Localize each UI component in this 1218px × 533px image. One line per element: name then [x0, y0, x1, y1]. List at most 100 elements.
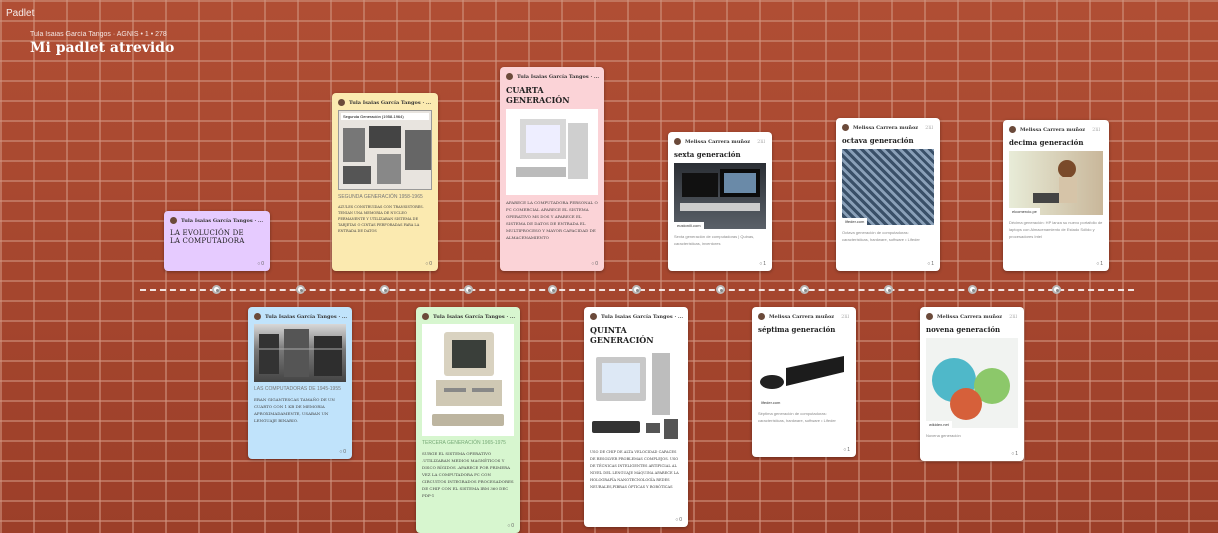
- post-image[interactable]: wikidex.net: [926, 338, 1018, 428]
- post-author: Melissa Carrera muñoz: [769, 313, 835, 320]
- post-header: Melissa Carrera muñoz 2lil: [842, 124, 934, 131]
- sixth-gen-computer-image: [680, 169, 760, 211]
- post-body: Séptima generación de computadoras: cara…: [758, 411, 836, 423]
- timeline-dot[interactable]: [884, 285, 893, 294]
- avatar: [1009, 126, 1016, 133]
- post-image[interactable]: [422, 324, 514, 436]
- post-image[interactable]: Segunda Generación (1958-1964): [338, 110, 432, 190]
- post-image[interactable]: elcomercio.pe: [1009, 151, 1103, 215]
- timeline-dot[interactable]: [716, 285, 725, 294]
- post-image[interactable]: lifeder.com: [758, 338, 850, 406]
- post-body: AZULES CONSTRUIDAS CON TRANSISTORES. TEN…: [338, 205, 424, 233]
- breadcrumb: Tula Isaias García Tangos · AGNIS • 1 • …: [30, 31, 167, 38]
- post-author: Melissa Carrera muñoz: [685, 138, 751, 145]
- timeline-dot[interactable]: [380, 285, 389, 294]
- post-title: octava generación: [842, 136, 914, 145]
- timeline-dot[interactable]: [296, 285, 305, 294]
- post-card[interactable]: Tula Isaias García Tangos · ...4sm Segun…: [332, 93, 438, 271]
- post-body: Décima generación: HP lanza su nuevo por…: [1009, 220, 1103, 239]
- post-image[interactable]: [254, 324, 346, 382]
- timeline-dot[interactable]: [548, 285, 557, 294]
- post-body: APARECE LA COMPUTADORA PERSONAL O PC COM…: [506, 200, 598, 240]
- post-title: SEGUNDA GENERACIÓN 1958-1965: [338, 194, 423, 200]
- page-title: Mi padlet atrevido: [30, 40, 175, 56]
- post-time: 2lil: [757, 138, 766, 145]
- timeline-dot[interactable]: [632, 285, 641, 294]
- timeline-dot[interactable]: [464, 285, 473, 294]
- eniac-photo: [259, 329, 342, 377]
- comment-count[interactable]: 0: [591, 261, 598, 267]
- post-author: Tula Isaias García Tangos · ...: [601, 313, 684, 320]
- image-source: wikidex.net: [926, 421, 952, 428]
- image-source: lifeder.com: [842, 218, 868, 225]
- comment-count[interactable]: 0: [339, 449, 346, 455]
- post-card[interactable]: Melissa Carrera muñoz 2lil sexta generaci…: [668, 132, 772, 271]
- post-image[interactable]: [506, 109, 598, 195]
- avatar: [590, 313, 597, 320]
- post-time: 2lil: [925, 124, 934, 131]
- post-time: 2lil: [1009, 313, 1018, 320]
- post-card[interactable]: Tula Isaias García Tangos · ...4sm LA EV…: [164, 211, 270, 271]
- post-body: SURGE EL SISTEMA OPERATIVO .UTILIZABAN M…: [422, 451, 514, 498]
- comment-count[interactable]: 0: [507, 523, 514, 529]
- comment-count[interactable]: 0: [257, 261, 264, 267]
- post-header: Melissa Carrera muñoz 2lil: [926, 313, 1018, 320]
- post-author: Melissa Carrera muñoz: [853, 124, 919, 131]
- woman-laptop-image: [1033, 160, 1077, 203]
- comment-count[interactable]: 0: [425, 261, 432, 267]
- post-card[interactable]: Tula Isaias García Tangos · ...2ms QUINT…: [584, 307, 688, 527]
- post-card[interactable]: Melissa Carrera muñoz 2lil decima generac…: [1003, 120, 1109, 271]
- post-title: CUARTA GENERACIÓN: [506, 85, 570, 105]
- post-image[interactable]: eustoníli.com: [674, 163, 766, 229]
- post-image[interactable]: [590, 349, 682, 445]
- post-time: 2lil: [841, 313, 850, 320]
- timeline-dot[interactable]: [968, 285, 977, 294]
- post-card[interactable]: Melissa Carrera muñoz 2lil octava generac…: [836, 118, 940, 271]
- post-header: Tula Isaias García Tangos · ...4sm: [506, 73, 600, 80]
- timeline-dot[interactable]: [1052, 285, 1061, 294]
- post-card[interactable]: Melissa Carrera muñoz 2lil séptima genera…: [752, 307, 856, 457]
- post-header: Melissa Carrera muñoz 2lil: [758, 313, 850, 320]
- fourth-gen-computer-image: [516, 119, 588, 179]
- avatar: [842, 124, 849, 131]
- app-label[interactable]: Padlet: [6, 8, 34, 19]
- post-body: USO DE CHIP DE ALTA VELOCIDAD CAPACES DE…: [590, 450, 679, 489]
- post-header: Tula Isaias García Tangos · ...2ms: [590, 313, 684, 320]
- post-card[interactable]: Tula Isaias García Tangos · ...4sm CUART…: [500, 67, 604, 271]
- post-author: Tula Isaias García Tangos · ...: [349, 99, 432, 106]
- post-header: Tula Isaias García Tangos · ...4sm: [170, 217, 264, 224]
- image-caption: Segunda Generación (1958-1964): [341, 113, 429, 120]
- avatar: [926, 313, 933, 320]
- pokemon-starters-image: [932, 358, 1010, 420]
- avatar: [758, 313, 765, 320]
- avatar: [254, 313, 261, 320]
- post-image[interactable]: lifeder.com: [842, 149, 934, 225]
- post-card[interactable]: Tula Isaias García Tangos · ... TERCERA …: [416, 307, 520, 533]
- comment-count[interactable]: 1: [1011, 451, 1018, 457]
- comment-count[interactable]: 1: [927, 261, 934, 267]
- comment-count[interactable]: 1: [1096, 261, 1103, 267]
- comment-count[interactable]: 1: [759, 261, 766, 267]
- avatar: [170, 217, 177, 224]
- image-source: elcomercio.pe: [1009, 208, 1040, 215]
- post-header: Tula Isaias García Tangos · ...: [422, 313, 516, 320]
- post-author: Tula Isaias García Tangos · ...: [433, 313, 516, 320]
- comment-count[interactable]: 1: [843, 447, 850, 453]
- post-body: Novena generación: [926, 433, 961, 438]
- timeline-dot[interactable]: [212, 285, 221, 294]
- timeline-dot[interactable]: [800, 285, 809, 294]
- comment-count[interactable]: 0: [675, 517, 682, 523]
- fifth-gen-computer-image: [592, 353, 678, 439]
- ps3-console-image: [760, 356, 844, 389]
- post-header: Tula Isaias García Tangos · ...: [254, 313, 347, 320]
- post-author: Tula Isaias García Tangos · ...: [517, 73, 600, 80]
- post-card[interactable]: Tula Isaias García Tangos · ... LAS COMP…: [248, 307, 352, 459]
- post-body: Octava generación de computadoras: carac…: [842, 230, 920, 242]
- post-header: Melissa Carrera muñoz 2lil: [674, 138, 766, 145]
- post-title: decima generación: [1009, 138, 1084, 147]
- post-title: sexta generación: [674, 150, 741, 159]
- post-card[interactable]: Melissa Carrera muñoz 2lil novena generac…: [920, 307, 1024, 461]
- second-gen-computers: [343, 126, 431, 184]
- post-title: séptima generación: [758, 325, 836, 334]
- avatar: [506, 73, 513, 80]
